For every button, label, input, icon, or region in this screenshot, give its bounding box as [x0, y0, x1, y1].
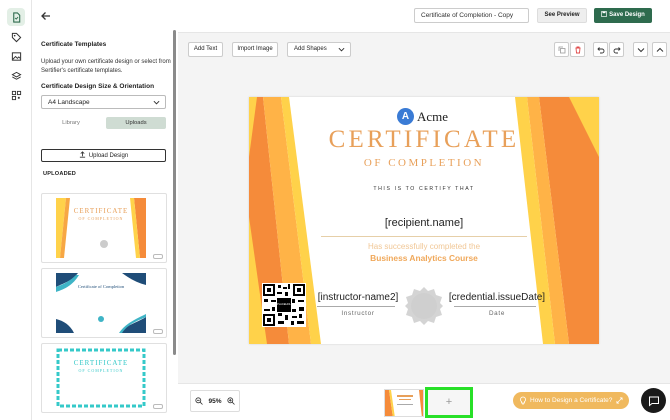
- chevron-down-icon: [338, 47, 345, 52]
- thumb-title: CERTIFICATE: [73, 359, 129, 367]
- thumb-menu-chip[interactable]: [153, 329, 163, 334]
- thumb-title: Certificate of Completion: [77, 284, 125, 289]
- move-down-button[interactable]: [633, 42, 648, 57]
- upload-design-button[interactable]: Upload Design: [41, 149, 166, 162]
- see-preview-button[interactable]: See Preview: [537, 8, 587, 23]
- template-preview: CERTIFICATE OF COMPLETION: [56, 348, 146, 408]
- instructor-name-field[interactable]: [instructor-name2]: [311, 292, 405, 303]
- templates-description: Upload your own certificate design or se…: [41, 59, 171, 74]
- recipient-name-field[interactable]: [recipient.name]: [249, 217, 599, 229]
- tab-uploads[interactable]: Uploads: [106, 117, 166, 129]
- add-shapes-label: Add Shapes: [294, 46, 327, 52]
- uploaded-template-2[interactable]: Certificate of Completion: [41, 268, 167, 338]
- trash-icon: [575, 46, 580, 53]
- thumb-menu-chip[interactable]: [153, 254, 163, 259]
- uploaded-heading: UPLOADED: [43, 171, 76, 177]
- zoom-in-icon[interactable]: [227, 397, 235, 405]
- page-preview: [385, 390, 423, 416]
- lightbulb-icon: [520, 396, 526, 405]
- thumb-title: CERTIFICATE: [73, 207, 129, 215]
- certificate-file-icon[interactable]: [7, 8, 25, 26]
- zoom-control: 95%: [190, 390, 240, 412]
- duplicate-button[interactable]: [554, 42, 569, 57]
- redo-icon: [613, 46, 621, 53]
- zoom-out-icon[interactable]: [195, 397, 203, 405]
- seal-icon[interactable]: [405, 287, 443, 325]
- how-to-design-button[interactable]: How to Design a Certificate?: [513, 392, 629, 409]
- design-name-input[interactable]: Certificate of Completion - Copy: [414, 8, 529, 23]
- chevron-down-icon: [637, 47, 644, 52]
- upload-design-label: Upload Design: [88, 153, 129, 159]
- instructor-label[interactable]: Instructor: [311, 310, 405, 317]
- certificate-title[interactable]: CERTIFICATE: [249, 126, 599, 154]
- add-page-button[interactable]: +: [425, 387, 473, 418]
- panel-scrollbar[interactable]: [173, 30, 176, 355]
- size-select[interactable]: A4 Landscape: [41, 95, 166, 109]
- date-label[interactable]: Date: [444, 310, 550, 317]
- add-text-button[interactable]: Add Text: [188, 42, 223, 57]
- templates-panel: Certificate Templates Upload your own ce…: [32, 0, 174, 420]
- save-design-button[interactable]: Save Design: [594, 8, 652, 23]
- save-icon: [601, 11, 607, 17]
- thumb-subtitle: OF COMPLETION: [78, 216, 124, 221]
- panel-tabs: Library Uploads: [41, 117, 166, 129]
- move-up-button[interactable]: [652, 42, 667, 57]
- certificate-editor: Certificate Templates Upload your own ce…: [0, 0, 670, 420]
- tag-icon[interactable]: [7, 28, 25, 46]
- template-preview: CERTIFICATE OF COMPLETION: [56, 198, 146, 258]
- undo-button[interactable]: [593, 42, 608, 57]
- uploaded-template-3[interactable]: CERTIFICATE OF COMPLETION: [41, 343, 167, 413]
- company-logo[interactable]: A Acme: [397, 108, 448, 125]
- chevron-up-icon: [656, 47, 663, 52]
- certificate-subtitle[interactable]: OF COMPLETION: [249, 157, 599, 169]
- add-shapes-dropdown[interactable]: Add Shapes: [287, 42, 351, 57]
- qr-code[interactable]: PLACEHOLDER: [262, 283, 306, 327]
- undo-icon: [596, 46, 604, 53]
- image-icon[interactable]: [7, 47, 25, 65]
- date-underline: [454, 306, 536, 307]
- chat-support-button[interactable]: [641, 388, 666, 413]
- size-select-value: A4 Landscape: [48, 99, 90, 106]
- certificate-canvas[interactable]: A Acme CERTIFICATE OF COMPLETION THIS IS…: [249, 97, 599, 344]
- back-arrow-icon[interactable]: [39, 9, 53, 23]
- uploaded-template-1[interactable]: CERTIFICATE OF COMPLETION: [41, 193, 167, 263]
- thumb-subtitle: OF COMPLETION: [78, 368, 124, 373]
- delete-button[interactable]: [570, 42, 585, 57]
- completed-text[interactable]: Has successfully completed the: [249, 242, 599, 251]
- templates-heading: Certificate Templates: [41, 41, 107, 48]
- thumb-menu-chip[interactable]: [153, 404, 163, 409]
- upload-icon: [79, 151, 85, 158]
- recipient-underline: [321, 236, 527, 237]
- copy-icon: [558, 46, 565, 53]
- logo-text: Acme: [417, 108, 449, 124]
- template-preview: Certificate of Completion: [56, 273, 146, 333]
- tool-rail: [0, 0, 32, 420]
- editor-toolbar: Add Text Import Image Add Shapes: [178, 33, 670, 67]
- save-design-label: Save Design: [609, 12, 645, 18]
- issue-date-field[interactable]: [credential.issueDate]: [444, 292, 550, 303]
- course-name[interactable]: Business Analytics Course: [249, 253, 599, 263]
- zoom-level: 95%: [208, 397, 222, 405]
- page-thumbnail-1[interactable]: [384, 389, 424, 417]
- size-heading: Certificate Design Size & Orientation: [41, 83, 155, 90]
- chat-icon: [648, 396, 659, 407]
- layers-icon[interactable]: [7, 67, 25, 85]
- help-label: How to Design a Certificate?: [530, 397, 613, 404]
- certify-text[interactable]: THIS IS TO CERTIFY THAT: [249, 186, 599, 192]
- qr-placeholder-label: PLACEHOLDER: [277, 303, 297, 306]
- expand-icon: [616, 397, 623, 404]
- logo-badge: A: [397, 108, 414, 125]
- qr-code-icon[interactable]: [7, 86, 25, 104]
- import-image-button[interactable]: Import Image: [232, 42, 278, 57]
- chevron-down-icon: [153, 100, 160, 105]
- tab-library[interactable]: Library: [41, 117, 101, 129]
- redo-button[interactable]: [609, 42, 624, 57]
- instructor-underline: [317, 306, 395, 307]
